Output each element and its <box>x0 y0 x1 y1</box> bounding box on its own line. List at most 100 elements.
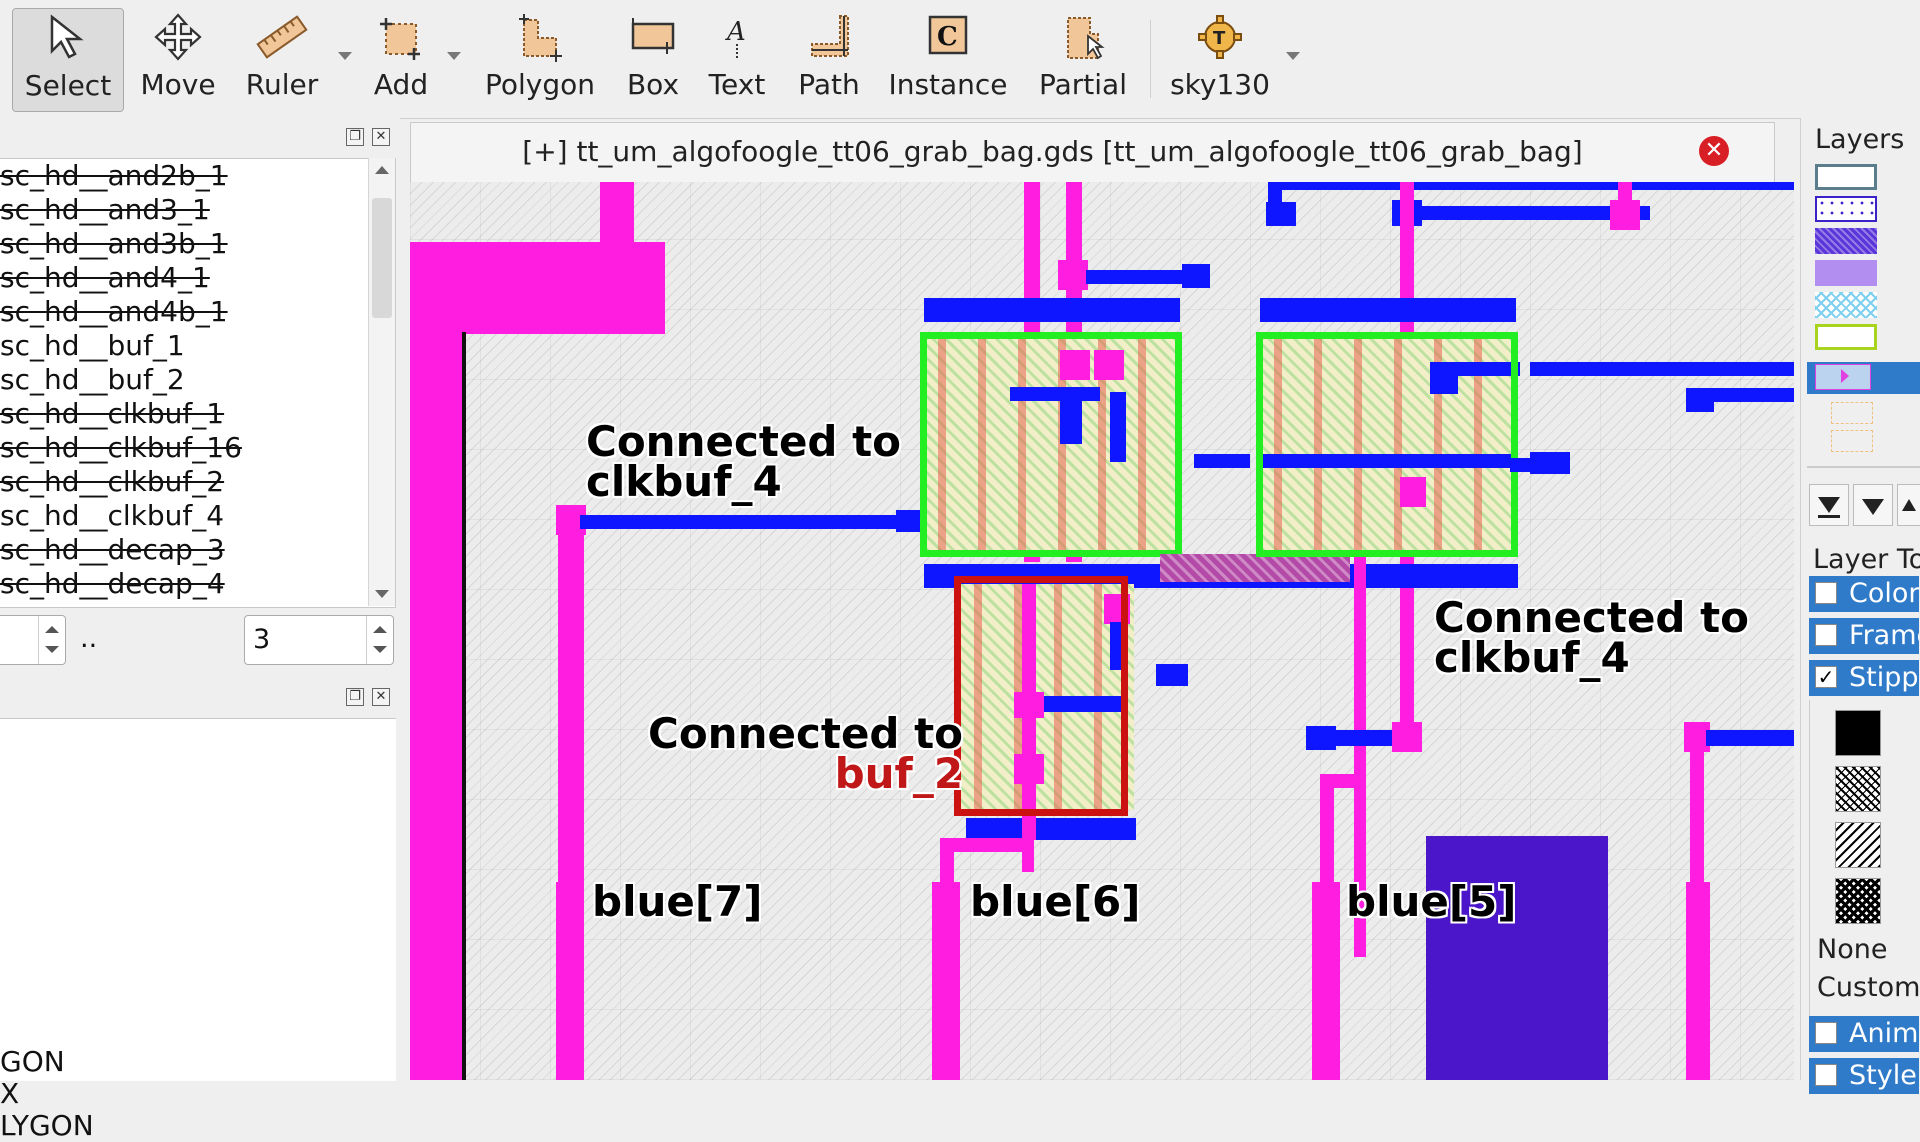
power-rail <box>1260 298 1516 322</box>
cell-item-and2b-1[interactable]: sc_hd__and2b_1 <box>0 159 228 193</box>
layer-swatch[interactable] <box>1815 260 1877 286</box>
props-close-button[interactable]: ✕ <box>372 688 390 706</box>
hier-to-stepper-icon[interactable] <box>366 616 393 664</box>
polygon-tool-label: Polygon <box>484 68 596 101</box>
move-layer-down-alt-button[interactable] <box>1853 484 1893 526</box>
annotation-line: Connected to <box>586 417 902 466</box>
hier-to-spinbox[interactable]: 3 <box>244 615 394 665</box>
rail-edge <box>462 332 466 1080</box>
cell-item-and3-1[interactable]: sc_hd__and3_1 <box>0 193 210 227</box>
cell-item-clkbuf-16[interactable]: sc_hd__clkbuf_16 <box>0 431 242 465</box>
metal-wire <box>1266 202 1296 226</box>
animation-option[interactable]: Animation <box>1809 1016 1919 1052</box>
metal-wire <box>1182 264 1210 288</box>
frame-option-label: Frame <box>1849 620 1919 651</box>
svg-text:A: A <box>725 17 746 47</box>
cells-close-button[interactable]: ✕ <box>372 128 390 146</box>
blue6-pin <box>932 882 960 1080</box>
annotation-line: clkbuf_4 <box>1434 633 1630 682</box>
move-tool-label: Move <box>140 68 216 101</box>
scroll-down-icon[interactable] <box>375 590 389 598</box>
via <box>1058 260 1088 290</box>
cell-item-buf-2[interactable]: sc_hd__buf_2 <box>0 363 185 397</box>
add-tool-button[interactable]: Add <box>356 0 446 118</box>
ruler-tool-button[interactable]: Ruler <box>236 0 328 118</box>
layout-canvas[interactable]: Connected to clkbuf_4 Connected to clkbu… <box>410 182 1794 1080</box>
highlight-box-green <box>1256 332 1518 557</box>
props-float-button[interactable]: ❐ <box>346 688 364 706</box>
checkbox-color[interactable] <box>1815 582 1837 604</box>
stipple-none-option[interactable]: None <box>1817 934 1887 965</box>
cell-list-scrollbar[interactable] <box>368 158 395 606</box>
expand-arrow-icon[interactable] <box>1841 369 1849 383</box>
box-tool-label: Box <box>626 68 680 101</box>
style-option[interactable]: Style <box>1809 1058 1919 1094</box>
checkbox-frame[interactable] <box>1815 624 1837 646</box>
hier-from-spinbox[interactable] <box>0 615 66 665</box>
layer-child-item[interactable] <box>1831 430 1873 452</box>
stipple-dense[interactable] <box>1835 878 1881 924</box>
scroll-up-icon[interactable] <box>375 166 389 174</box>
layer-swatch[interactable] <box>1815 164 1877 190</box>
layer-row-selected[interactable] <box>1807 362 1920 394</box>
path-icon <box>804 12 854 66</box>
layer-swatch[interactable] <box>1815 292 1877 318</box>
property-item: GON <box>0 1045 65 1078</box>
cell-list[interactable]: sc_hd__and2b_1 sc_hd__and3_1 sc_hd__and3… <box>0 158 396 608</box>
metal-wire <box>1156 664 1188 686</box>
document-title: [+] tt_um_algofoogle_tt06_grab_bag.gds [… <box>522 135 1583 168</box>
cell-item-clkbuf-1[interactable]: sc_hd__clkbuf_1 <box>0 397 224 431</box>
checkbox-animation[interactable] <box>1815 1022 1837 1044</box>
via <box>1392 722 1422 752</box>
stipple-crosshatch[interactable] <box>1835 766 1881 812</box>
checkbox-style[interactable] <box>1815 1064 1837 1086</box>
scroll-thumb[interactable] <box>372 198 392 318</box>
cell-item-decap-4[interactable]: sc_hd__decap_4 <box>0 567 225 601</box>
cell-item-and4-1[interactable]: sc_hd__and4_1 <box>0 261 210 295</box>
document-tab[interactable]: [+] tt_um_algofoogle_tt06_grab_bag.gds [… <box>410 122 1775 182</box>
box-tool-button[interactable]: Box <box>610 0 696 118</box>
text-tool-button[interactable]: A Text <box>700 0 774 118</box>
close-document-icon[interactable]: ✕ <box>1699 136 1729 166</box>
ruler-dropdown-chevron-icon[interactable] <box>338 52 352 60</box>
color-option[interactable]: Color <box>1809 576 1919 612</box>
layer-swatch[interactable] <box>1815 228 1877 254</box>
metal-strip <box>1160 554 1350 582</box>
path-tool-label: Path <box>798 68 860 101</box>
power-rail <box>966 818 1136 840</box>
property-item: X <box>0 1077 20 1110</box>
cell-item-and3b-1[interactable]: sc_hd__and3b_1 <box>0 227 228 261</box>
select-tool-button[interactable]: Select <box>12 8 124 112</box>
move-layer-down-button[interactable] <box>1809 484 1849 526</box>
stipple-custom-option[interactable]: Custom <box>1817 972 1920 1003</box>
cells-float-button[interactable]: ❐ <box>346 128 364 146</box>
power-rail <box>924 298 1180 322</box>
layer-swatch[interactable] <box>1815 196 1877 222</box>
partial-tool-label: Partial <box>1039 68 1127 101</box>
layer-swatch[interactable] <box>1815 324 1877 350</box>
tech-dropdown-chevron-icon[interactable] <box>1286 52 1300 60</box>
move-layer-up-button[interactable] <box>1897 484 1920 526</box>
hier-from-stepper-icon[interactable] <box>38 616 65 664</box>
hier-range-separator: .. <box>80 623 98 654</box>
path-tool-button[interactable]: Path <box>784 0 874 118</box>
layer-child-item[interactable] <box>1831 402 1873 424</box>
instance-tool-button[interactable]: C Instance <box>886 0 1010 118</box>
cell-item-clkbuf-4[interactable]: sc_hd__clkbuf_4 <box>0 499 224 533</box>
cell-item-decap-3[interactable]: sc_hd__decap_3 <box>0 533 225 567</box>
cell-item-and4b-1[interactable]: sc_hd__and4b_1 <box>0 295 228 329</box>
partial-tool-button[interactable]: Partial <box>1030 0 1136 118</box>
stipple-solid[interactable] <box>1835 710 1881 756</box>
stipple-option[interactable]: ✓ Stipple <box>1809 660 1919 696</box>
move-tool-button[interactable]: Move <box>128 0 228 118</box>
via <box>1610 200 1640 230</box>
add-dropdown-chevron-icon[interactable] <box>447 52 461 60</box>
stipple-diagonal[interactable] <box>1835 822 1881 868</box>
cell-item-buf-1[interactable]: sc_hd__buf_1 <box>0 329 185 363</box>
frame-option[interactable]: Frame <box>1809 618 1919 654</box>
polygon-tool-button[interactable]: Polygon <box>478 0 602 118</box>
sky130-tech-button[interactable]: T sky130 <box>1162 0 1278 118</box>
checkbox-stipple[interactable]: ✓ <box>1815 666 1837 688</box>
main-toolbar: Select Move Ruler Add Polygon Box A Text… <box>0 0 1920 119</box>
cell-item-clkbuf-2[interactable]: sc_hd__clkbuf_2 <box>0 465 224 499</box>
